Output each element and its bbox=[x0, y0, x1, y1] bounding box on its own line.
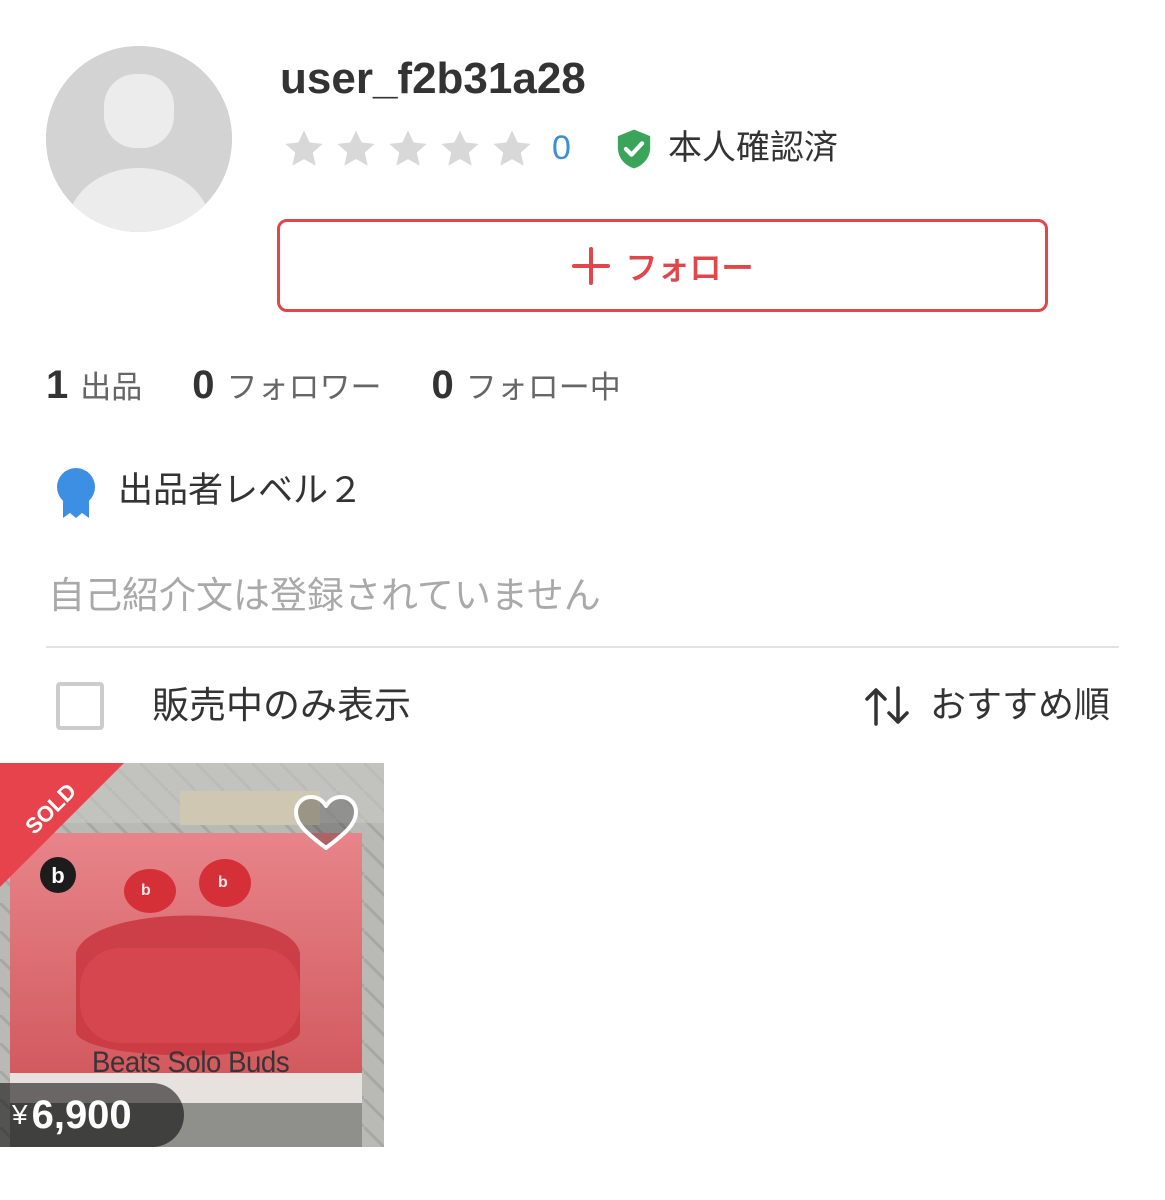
stat-count: 1 bbox=[46, 363, 69, 407]
price-tag: ¥ 6,900 bbox=[0, 1083, 184, 1147]
rating-count[interactable]: 0 bbox=[552, 124, 571, 172]
plus-icon bbox=[572, 246, 611, 285]
shield-check-icon bbox=[617, 129, 651, 169]
follow-label: フォロー bbox=[625, 248, 754, 287]
stat-label: 出品 bbox=[80, 370, 143, 406]
item-box-text: Beats Solo Buds bbox=[92, 1046, 290, 1079]
price-currency: ¥ bbox=[12, 1099, 28, 1130]
on-sale-only-label[interactable]: 販売中のみ表示 bbox=[152, 680, 411, 732]
follow-button[interactable]: フォロー bbox=[277, 219, 1048, 312]
seller-level: 出品者レベル２ bbox=[118, 471, 364, 511]
stat-following[interactable]: 0 フォロー中 bbox=[432, 362, 621, 408]
heart-icon[interactable] bbox=[292, 793, 360, 853]
star-icon bbox=[337, 130, 375, 166]
stat-count: 0 bbox=[192, 363, 215, 407]
star-icon bbox=[493, 130, 531, 166]
stat-label: フォロワー bbox=[226, 370, 382, 406]
username: user_f2b31a28 bbox=[280, 54, 586, 103]
star-icon bbox=[441, 130, 479, 166]
svg-text:b: b bbox=[218, 874, 228, 891]
avatar bbox=[46, 46, 232, 232]
on-sale-only-checkbox[interactable] bbox=[56, 682, 104, 730]
price-value: 6,900 bbox=[31, 1092, 132, 1137]
stat-listings[interactable]: 1 出品 bbox=[46, 362, 142, 408]
stat-followers[interactable]: 0 フォロワー bbox=[192, 362, 381, 408]
default-avatar-icon bbox=[46, 46, 232, 232]
stat-count: 0 bbox=[431, 363, 454, 407]
profile-stats: 1 出品 0 フォロワー 0 フォロー中 bbox=[46, 362, 671, 408]
award-badge-icon bbox=[57, 468, 95, 518]
sort-order-label[interactable]: おすすめ順 bbox=[930, 680, 1110, 732]
star-icon bbox=[389, 130, 427, 166]
sort-arrows-icon[interactable] bbox=[862, 686, 912, 726]
divider bbox=[46, 646, 1119, 648]
bio-text: 自己紹介文は登録されていません bbox=[48, 574, 601, 617]
svg-text:b: b bbox=[141, 882, 151, 899]
rating-stars bbox=[280, 126, 536, 172]
star-icon bbox=[285, 130, 323, 166]
verified-label: 本人確認済 bbox=[668, 128, 838, 168]
stat-label: フォロー中 bbox=[465, 370, 621, 406]
